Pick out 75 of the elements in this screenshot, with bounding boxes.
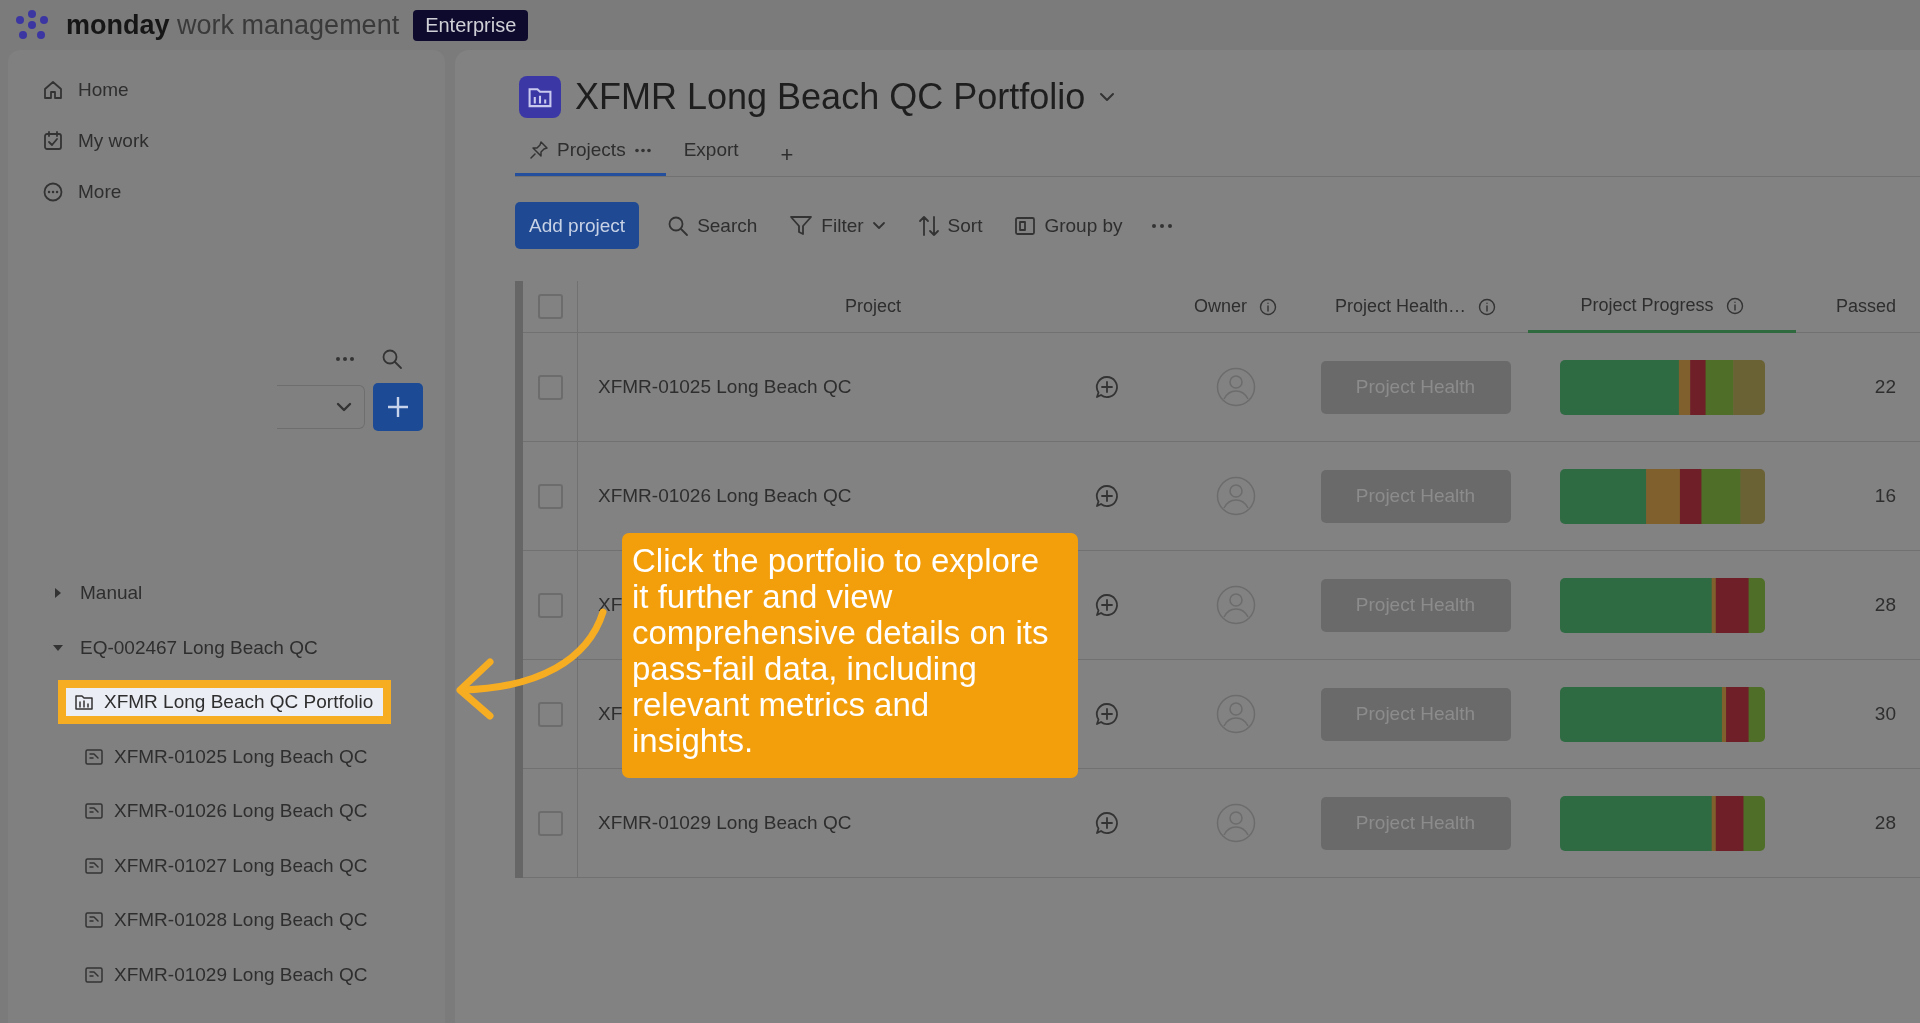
toolbar-button[interactable]: Group by: [1010, 208, 1127, 243]
project-name[interactable]: XFMR-01026 Long Beach QC: [598, 485, 852, 507]
add-comment-icon[interactable]: [1094, 810, 1120, 836]
add-comment-icon[interactable]: [1094, 592, 1120, 618]
chevron-down-icon: [336, 402, 352, 412]
toolbar-button[interactable]: Filter: [785, 208, 890, 243]
sidebar-nav-item[interactable]: Home: [8, 64, 445, 115]
sidebar-board-item[interactable]: XFMR-01029 Long Beach QC: [74, 963, 378, 986]
calendar-check-icon: [42, 129, 64, 152]
more-icon[interactable]: [1150, 222, 1173, 229]
view-tab[interactable]: Export: [669, 127, 753, 176]
passed-count: 16: [1874, 485, 1897, 507]
home-icon: [42, 78, 64, 101]
search-icon: [381, 348, 403, 370]
passed-count: 30: [1874, 703, 1897, 725]
tutorial-tooltip: Click the portfolio to explore it further and view comprehensive details on its pass-fail data, including relevant metrics and insights.: [622, 533, 1078, 778]
column-header[interactable]: Passed: [1796, 281, 1920, 333]
more-icon[interactable]: [633, 147, 652, 153]
toolbar-button[interactable]: Search: [663, 208, 762, 243]
column-title: Passed: [1835, 296, 1896, 317]
column-title: Project Progress: [1580, 295, 1714, 316]
toolbar-button[interactable]: Sort: [913, 207, 987, 244]
plus-icon: [387, 396, 409, 418]
sidebar-nav-item[interactable]: My work: [8, 115, 445, 166]
board-icon: [84, 911, 104, 930]
sort-icon: [917, 213, 940, 238]
pin-icon: [529, 140, 549, 160]
passed-count: 22: [1874, 376, 1897, 398]
sidebar-board-item[interactable]: XFMR-01028 Long Beach QC: [74, 909, 378, 932]
column-header[interactable]: Project Health…: [1303, 281, 1528, 333]
column-title: Project Health…: [1334, 296, 1467, 317]
info-icon[interactable]: [1725, 296, 1744, 315]
sidebar-board-item[interactable]: XFMR Long Beach QC Portfolio: [58, 680, 392, 725]
board-icon: [84, 965, 104, 984]
add-button[interactable]: [373, 383, 423, 431]
more-icon: [42, 180, 64, 203]
add-project-button[interactable]: Add project: [515, 202, 640, 249]
add-comment-icon[interactable]: [1094, 483, 1120, 509]
folder-item[interactable]: EQ-002467 Long Beach QC: [8, 620, 445, 675]
passed-count: 28: [1874, 594, 1897, 616]
group-icon: [1014, 214, 1037, 237]
sidebar-board-item[interactable]: XFMR-01027 Long Beach QC: [74, 854, 378, 877]
brand-name: monday work management: [66, 9, 400, 41]
add-comment-icon[interactable]: [1094, 701, 1120, 727]
column-header[interactable]: Project Progress: [1528, 281, 1796, 333]
search-icon: [667, 214, 690, 237]
add-view-button[interactable]: +: [756, 142, 818, 176]
info-icon[interactable]: [1478, 297, 1497, 316]
view-tab[interactable]: Projects: [515, 127, 666, 176]
chart-icon: [74, 693, 94, 712]
board-icon: [84, 802, 104, 821]
more-icon[interactable]: [335, 356, 355, 362]
project-name[interactable]: XFMR-01029 Long Beach QC: [598, 812, 852, 834]
board-icon: [84, 856, 104, 875]
info-icon[interactable]: [1259, 297, 1277, 316]
chevron-down-icon: [871, 221, 886, 230]
project-name[interactable]: XF: [598, 703, 623, 725]
sidebar-board-item[interactable]: XFMR-01025 Long Beach QC: [74, 745, 378, 768]
sidebar-board-item[interactable]: XFMR-01026 Long Beach QC: [74, 800, 378, 823]
portfolio-icon: [519, 76, 561, 118]
board-icon: [84, 747, 104, 766]
filter-icon: [789, 214, 814, 237]
project-name[interactable]: XFMR-01025 Long Beach QC: [598, 376, 852, 398]
column-header[interactable]: Owner: [1168, 281, 1303, 333]
folder-item[interactable]: Manual: [8, 565, 445, 620]
sidebar-nav-item[interactable]: More: [8, 166, 445, 217]
column-header[interactable]: Project: [578, 281, 1168, 333]
column-title: Owner: [1194, 296, 1247, 317]
chevron-down-icon[interactable]: [1099, 92, 1116, 102]
passed-count: 28: [1874, 812, 1897, 834]
board-title: XFMR Long Beach QC Portfolio: [575, 76, 1086, 118]
project-name[interactable]: XF: [598, 594, 623, 616]
plan-badge: Enterprise: [413, 9, 529, 41]
add-comment-icon[interactable]: [1094, 374, 1120, 400]
column-title: Project: [845, 296, 901, 317]
